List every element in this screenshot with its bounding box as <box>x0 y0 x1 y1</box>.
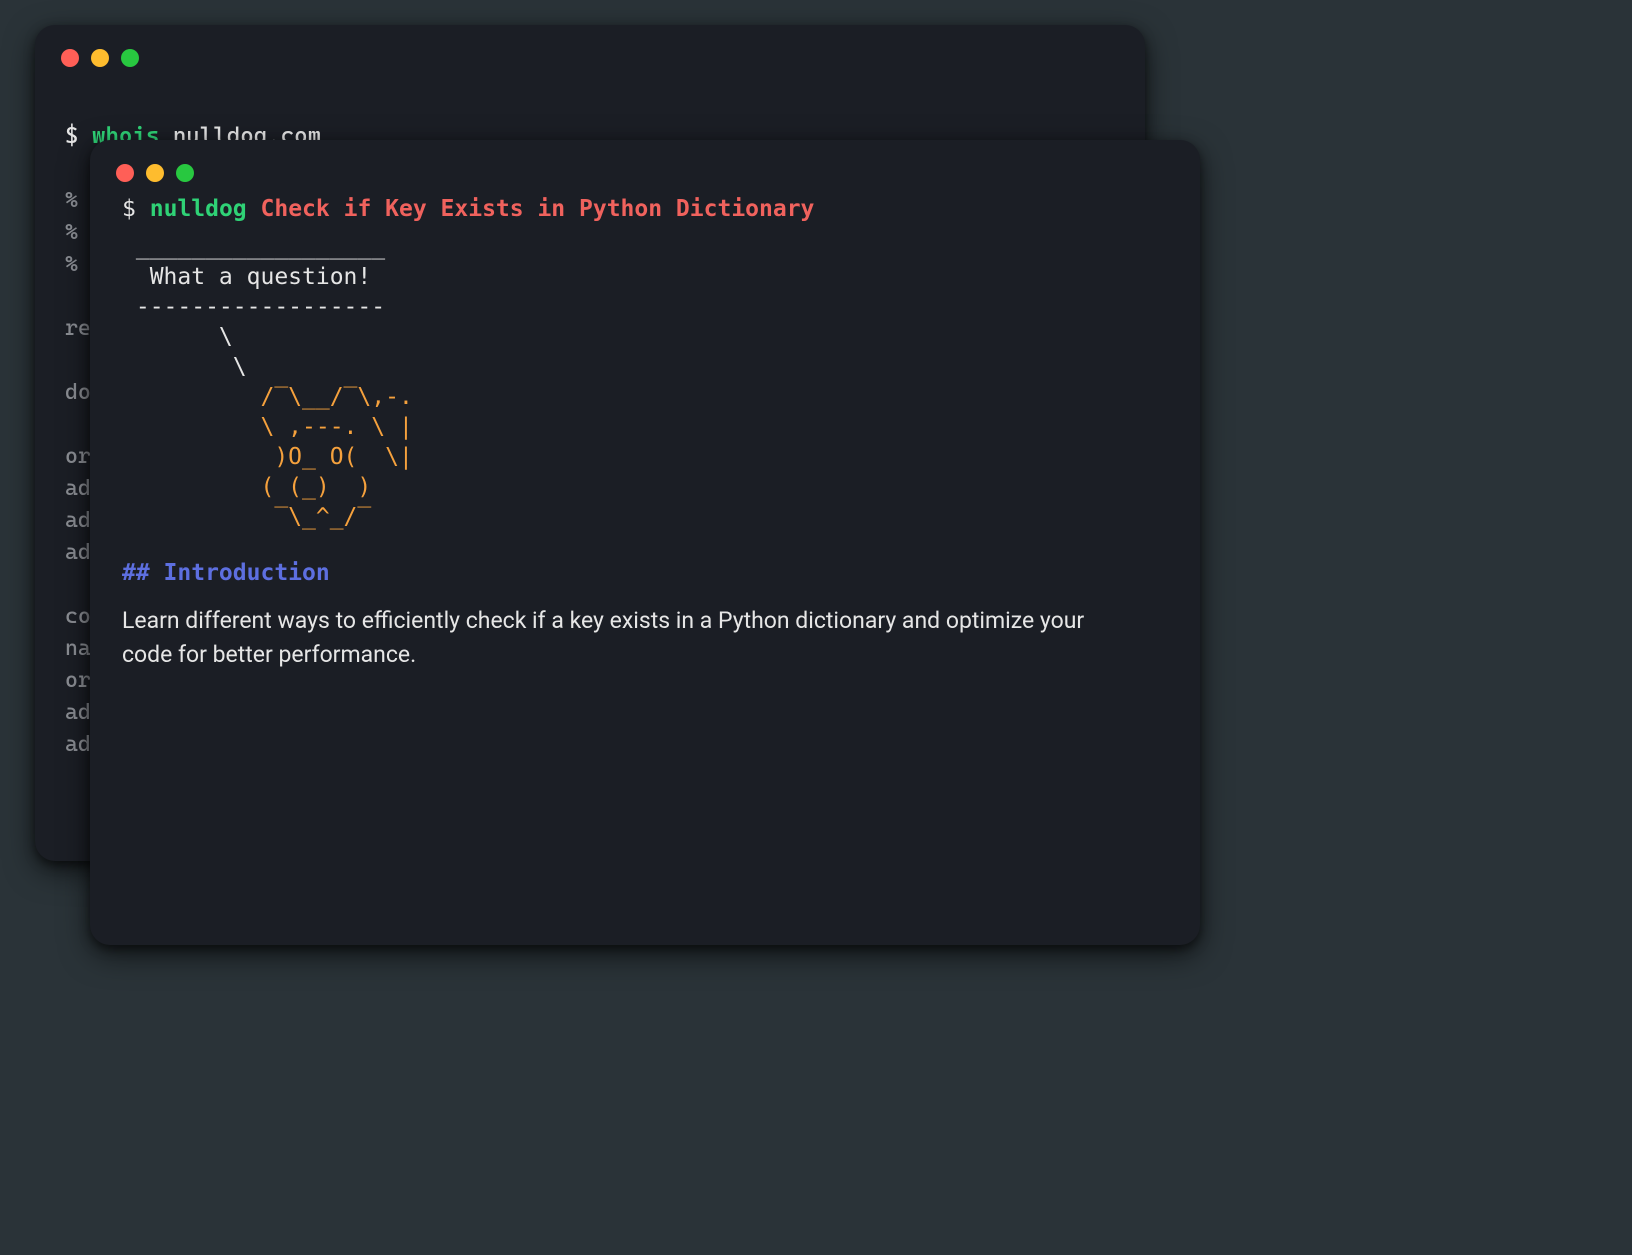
speech-border-top: __________________ <box>122 234 385 260</box>
close-icon[interactable] <box>61 49 79 67</box>
speech-bubble: __________________ What a question! ----… <box>122 232 1168 322</box>
maximize-icon[interactable] <box>176 164 194 182</box>
dog-line: \ ,---. \ | <box>122 414 413 440</box>
ascii-dog-art: \ \ /‾\__/‾\,-. \ ,---. \ | )O_ O( \| ( … <box>122 322 1168 532</box>
introduction-heading: ## Introduction <box>122 560 1168 586</box>
speech-border-bottom: ------------------ <box>122 294 385 320</box>
minimize-icon[interactable] <box>146 164 164 182</box>
speech-text: What a question! <box>122 264 371 290</box>
dog-tail-line: \ <box>122 324 233 350</box>
prompt-symbol: $ <box>122 196 136 222</box>
terminal-output-front: $ nulldog Check if Key Exists in Python … <box>90 192 1200 702</box>
titlebar-back <box>35 25 1145 77</box>
dog-line: /‾\__/‾\,-. <box>122 384 413 410</box>
dog-line: ‾\_^_/‾ <box>122 504 371 530</box>
dog-line: ( (_) ) <box>122 474 371 500</box>
maximize-icon[interactable] <box>121 49 139 67</box>
command-name: nulldog <box>150 196 247 222</box>
minimize-icon[interactable] <box>91 49 109 67</box>
dog-line: )O_ O( \| <box>122 444 413 470</box>
introduction-body: Learn different ways to efficiently chec… <box>122 604 1132 672</box>
close-icon[interactable] <box>116 164 134 182</box>
terminal-window-front: $ nulldog Check if Key Exists in Python … <box>90 140 1200 945</box>
article-title: Check if Key Exists in Python Dictionary <box>261 196 815 222</box>
front-prompt-line: $ nulldog Check if Key Exists in Python … <box>122 192 1168 226</box>
dog-tail-line: \ <box>122 354 247 380</box>
titlebar-front <box>90 140 1200 192</box>
prompt-symbol: $ <box>65 123 78 149</box>
